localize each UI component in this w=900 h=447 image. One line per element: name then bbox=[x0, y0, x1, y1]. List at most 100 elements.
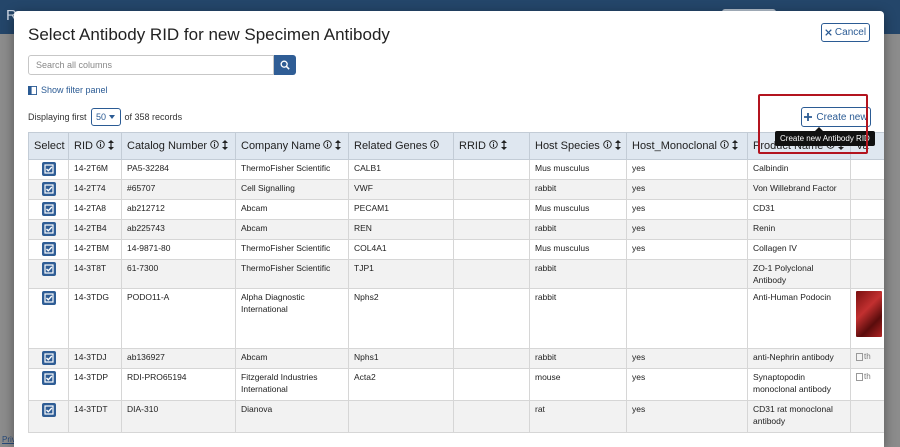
select-checkbox-icon[interactable] bbox=[41, 371, 56, 385]
cell-genes: Nphs1 bbox=[348, 348, 454, 369]
cell-image bbox=[850, 179, 884, 200]
paging-suffix: of 358 records bbox=[124, 112, 183, 122]
table-row: 14-2T6M PA5-32284 ThermoFisher Scientific C… bbox=[28, 159, 884, 180]
cell-host: rabbit bbox=[529, 259, 627, 289]
select-cell bbox=[28, 159, 69, 180]
cell-company: ThermoFisher Scientific bbox=[235, 239, 349, 260]
cancel-button[interactable]: Cancel bbox=[821, 23, 870, 42]
cell-company: Alpha Diagnostic International bbox=[235, 288, 349, 349]
cell-rrid bbox=[453, 159, 530, 180]
cell-image bbox=[850, 159, 884, 180]
select-checkbox-icon[interactable] bbox=[41, 291, 56, 305]
select-checkbox-icon[interactable] bbox=[41, 351, 56, 365]
cell-host: rabbit bbox=[529, 348, 627, 369]
cell-mono: yes bbox=[626, 400, 748, 433]
select-cell bbox=[28, 259, 69, 289]
sort-icon[interactable] bbox=[222, 139, 229, 153]
col-header-related-genes[interactable]: Related Genes bbox=[348, 132, 454, 160]
cell-mono: yes bbox=[626, 159, 748, 180]
search-input[interactable] bbox=[28, 55, 274, 75]
select-checkbox-icon[interactable] bbox=[41, 242, 56, 256]
cell-company: Abcam bbox=[235, 219, 349, 240]
select-cell bbox=[28, 368, 69, 401]
info-icon[interactable] bbox=[720, 140, 729, 152]
cell-image bbox=[850, 259, 884, 289]
cell-company: Abcam bbox=[235, 199, 349, 220]
table-row: 14-2T74 #65707 Cell Signalling VWF rabbit yes… bbox=[28, 179, 884, 200]
search-icon bbox=[280, 60, 290, 70]
cell-rrid bbox=[453, 259, 530, 289]
table-row: 14-2TB4 ab225743 Abcam REN rabbit yes Renin bbox=[28, 219, 884, 240]
records-table: Select RID Catalog Number Company Name R… bbox=[28, 132, 884, 433]
table-row: 14-3TDT DIA-310 Dianova rat yes CD31 rat mono… bbox=[28, 400, 884, 433]
cell-mono: yes bbox=[626, 239, 748, 260]
info-icon[interactable] bbox=[430, 140, 440, 152]
paging-prefix: Displaying first bbox=[28, 112, 87, 122]
cell-genes: REN bbox=[348, 219, 454, 240]
broken-image-icon: th bbox=[856, 351, 884, 363]
select-checkbox-icon[interactable] bbox=[41, 403, 56, 417]
col-header-host-monoclonal[interactable]: Host_Monoclonal bbox=[626, 132, 748, 160]
antibody-image-thumbnail[interactable] bbox=[856, 291, 882, 337]
cell-product: Anti-Human Podocin bbox=[747, 288, 851, 349]
cell-rid: 14-3TDT bbox=[68, 400, 122, 433]
create-new-button[interactable]: Create new bbox=[801, 107, 871, 127]
page-size-select[interactable]: 50 bbox=[90, 108, 121, 126]
search-bar bbox=[28, 55, 296, 75]
select-checkbox-icon[interactable] bbox=[41, 262, 56, 276]
select-antibody-modal: Select Antibody RID for new Specimen Ant… bbox=[14, 11, 884, 447]
info-icon[interactable] bbox=[210, 140, 219, 152]
table-row: 14-2TA8 ab212712 Abcam PECAM1 Mus musculus ye… bbox=[28, 199, 884, 220]
cell-image: th bbox=[850, 348, 884, 369]
sort-icon[interactable] bbox=[732, 139, 738, 153]
table-row: 14-3TDJ ab136927 Abcam Nphs1 rabbit yes anti-N… bbox=[28, 348, 884, 369]
cell-host: Mus musculus bbox=[529, 199, 627, 220]
sort-icon[interactable] bbox=[614, 139, 621, 153]
cell-rrid bbox=[453, 239, 530, 260]
col-header-catalog-number[interactable]: Catalog Number bbox=[121, 132, 236, 160]
select-checkbox-icon[interactable] bbox=[41, 162, 56, 176]
col-header-host-species[interactable]: Host Species bbox=[529, 132, 627, 160]
info-icon[interactable] bbox=[603, 140, 612, 152]
sort-icon[interactable] bbox=[335, 139, 342, 153]
chevron-down-icon bbox=[109, 115, 116, 119]
records-table-container[interactable]: Select RID Catalog Number Company Name R… bbox=[28, 132, 884, 447]
cell-catalog: 61-7300 bbox=[121, 259, 236, 289]
cell-genes: Acta2 bbox=[348, 368, 454, 401]
select-cell bbox=[28, 199, 69, 220]
select-checkbox-icon[interactable] bbox=[41, 222, 56, 236]
cell-company: Abcam bbox=[235, 348, 349, 369]
cell-genes: COL4A1 bbox=[348, 239, 454, 260]
cell-genes: CALB1 bbox=[348, 159, 454, 180]
info-icon[interactable] bbox=[96, 140, 105, 152]
info-icon[interactable] bbox=[489, 140, 498, 152]
info-icon[interactable] bbox=[323, 140, 333, 152]
col-header-company-name[interactable]: Company Name bbox=[235, 132, 349, 160]
col-header-rrid[interactable]: RRID bbox=[453, 132, 530, 160]
cell-mono bbox=[626, 288, 748, 349]
cell-genes: Nphs2 bbox=[348, 288, 454, 349]
col-header-rid[interactable]: RID bbox=[68, 132, 122, 160]
sort-icon[interactable] bbox=[107, 139, 114, 153]
cell-catalog: 14-9871-80 bbox=[121, 239, 236, 260]
cell-catalog: DIA-310 bbox=[121, 400, 236, 433]
search-button[interactable] bbox=[274, 55, 296, 75]
cell-product: ZO-1 Polyclonal Antibody bbox=[747, 259, 851, 289]
cell-catalog: RDI-PRO65194 bbox=[121, 368, 236, 401]
cell-rid: 14-3TDG bbox=[68, 288, 122, 349]
show-filter-panel-link[interactable]: Show filter panel bbox=[28, 85, 108, 95]
cell-company: Cell Signalling bbox=[235, 179, 349, 200]
cell-rid: 14-2T74 bbox=[68, 179, 122, 200]
cell-host: mouse bbox=[529, 368, 627, 401]
cell-rid: 14-2T6M bbox=[68, 159, 122, 180]
select-checkbox-icon[interactable] bbox=[41, 202, 56, 216]
paging-info: Displaying first 50 of 358 records bbox=[28, 108, 182, 126]
sort-icon[interactable] bbox=[500, 139, 507, 153]
cell-rrid bbox=[453, 348, 530, 369]
select-cell bbox=[28, 288, 69, 349]
cell-mono: yes bbox=[626, 199, 748, 220]
select-checkbox-icon[interactable] bbox=[41, 182, 56, 196]
cell-mono: yes bbox=[626, 219, 748, 240]
cell-catalog: #65707 bbox=[121, 179, 236, 200]
filter-link-label: Show filter panel bbox=[41, 85, 108, 95]
